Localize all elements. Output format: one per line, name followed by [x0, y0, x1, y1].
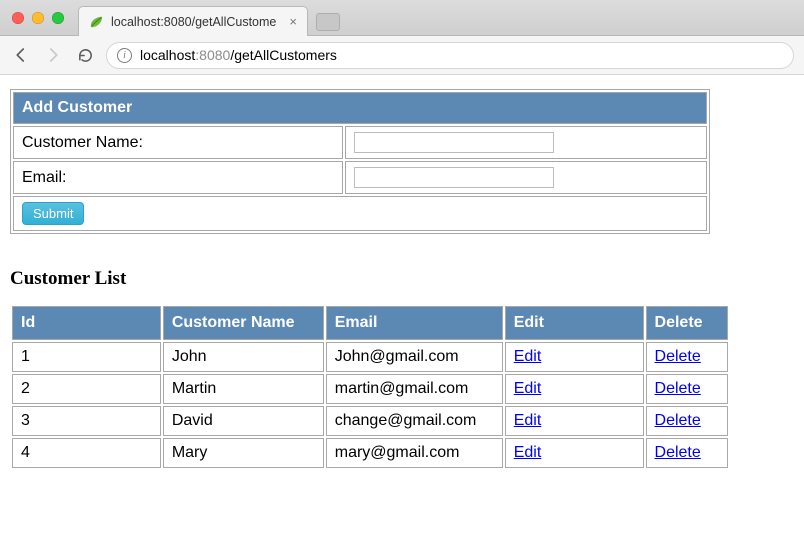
cell-edit: Edit	[505, 406, 644, 436]
browser-tab[interactable]: localhost:8080/getAllCustome ×	[78, 6, 308, 36]
edit-link[interactable]: Edit	[514, 348, 542, 365]
cell-email: mary@gmail.com	[326, 438, 503, 468]
col-header-delete: Delete	[646, 306, 728, 340]
cell-id: 1	[12, 342, 161, 372]
url-host: localhost	[140, 47, 195, 63]
cell-name: John	[163, 342, 324, 372]
cell-edit: Edit	[505, 374, 644, 404]
forward-button[interactable]	[42, 44, 64, 66]
form-label-email: Email:	[13, 161, 343, 194]
address-bar[interactable]: i localhost:8080/getAllCustomers	[106, 42, 794, 69]
toolbar: i localhost:8080/getAllCustomers	[0, 36, 804, 74]
window-close-button[interactable]	[12, 12, 24, 24]
page-body: Add Customer Customer Name: Email: Submi…	[0, 75, 804, 490]
arrow-left-icon	[12, 46, 30, 64]
cell-edit: Edit	[505, 438, 644, 468]
cell-name: David	[163, 406, 324, 436]
form-submit-cell: Submit	[13, 196, 707, 231]
url-text: localhost:8080/getAllCustomers	[140, 47, 337, 63]
cell-id: 3	[12, 406, 161, 436]
form-label-customer-name: Customer Name:	[13, 126, 343, 159]
form-row: Email:	[13, 161, 707, 194]
customer-list-heading: Customer List	[10, 268, 794, 290]
back-button[interactable]	[10, 44, 32, 66]
customer-name-input[interactable]	[354, 132, 554, 153]
cell-edit: Edit	[505, 342, 644, 372]
table-header-row: Id Customer Name Email Edit Delete	[12, 306, 728, 340]
browser-chrome: localhost:8080/getAllCustome × i localho…	[0, 0, 804, 75]
table-row: 4Marymary@gmail.com Edit Delete	[12, 438, 728, 468]
email-input[interactable]	[354, 167, 554, 188]
cell-id: 2	[12, 374, 161, 404]
favicon-leaf-icon	[89, 15, 103, 29]
delete-link[interactable]: Delete	[655, 412, 701, 429]
cell-delete: Delete	[646, 406, 728, 436]
submit-button[interactable]: Submit	[22, 202, 84, 225]
arrow-right-icon	[44, 46, 62, 64]
delete-link[interactable]: Delete	[655, 348, 701, 365]
cell-email: John@gmail.com	[326, 342, 503, 372]
url-port: :8080	[195, 47, 230, 63]
reload-icon	[77, 47, 94, 64]
window-minimize-button[interactable]	[32, 12, 44, 24]
form-input-cell	[345, 126, 707, 159]
col-header-email: Email	[326, 306, 503, 340]
cell-delete: Delete	[646, 438, 728, 468]
form-header: Add Customer	[13, 92, 707, 124]
window-zoom-button[interactable]	[52, 12, 64, 24]
edit-link[interactable]: Edit	[514, 444, 542, 461]
site-info-icon[interactable]: i	[117, 48, 132, 63]
add-customer-form: Add Customer Customer Name: Email: Submi…	[10, 89, 710, 234]
cell-delete: Delete	[646, 342, 728, 372]
form-row: Customer Name:	[13, 126, 707, 159]
new-tab-button[interactable]	[316, 13, 340, 31]
table-row: 1JohnJohn@gmail.com Edit Delete	[12, 342, 728, 372]
cell-delete: Delete	[646, 374, 728, 404]
table-row: 2Martinmartin@gmail.com Edit Delete	[12, 374, 728, 404]
url-path: /getAllCustomers	[230, 47, 337, 63]
delete-link[interactable]: Delete	[655, 444, 701, 461]
edit-link[interactable]: Edit	[514, 412, 542, 429]
reload-button[interactable]	[74, 44, 96, 66]
tab-strip: localhost:8080/getAllCustome ×	[0, 0, 804, 36]
tab-close-icon[interactable]: ×	[289, 15, 297, 28]
delete-link[interactable]: Delete	[655, 380, 701, 397]
cell-name: Mary	[163, 438, 324, 468]
tab-title: localhost:8080/getAllCustome	[111, 15, 276, 29]
form-input-cell	[345, 161, 707, 194]
col-header-name: Customer Name	[163, 306, 324, 340]
table-row: 3Davidchange@gmail.com Edit Delete	[12, 406, 728, 436]
col-header-id: Id	[12, 306, 161, 340]
cell-email: martin@gmail.com	[326, 374, 503, 404]
form-row: Submit	[13, 196, 707, 231]
window-controls	[12, 12, 64, 24]
cell-email: change@gmail.com	[326, 406, 503, 436]
cell-name: Martin	[163, 374, 324, 404]
cell-id: 4	[12, 438, 161, 468]
customer-list-table: Id Customer Name Email Edit Delete 1John…	[10, 304, 730, 470]
col-header-edit: Edit	[505, 306, 644, 340]
edit-link[interactable]: Edit	[514, 380, 542, 397]
